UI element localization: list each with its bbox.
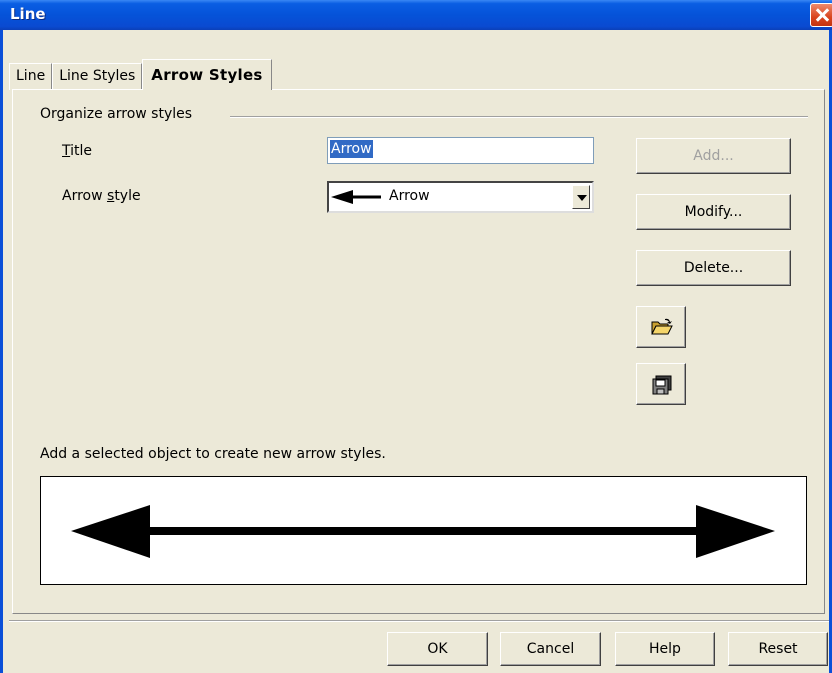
title-input-value: Arrow xyxy=(330,140,373,158)
tab-line[interactable]: Line xyxy=(9,63,53,90)
bottom-divider xyxy=(9,620,829,622)
folder-open-icon xyxy=(651,318,673,335)
add-button[interactable]: Add... xyxy=(636,138,791,174)
reset-button[interactable]: Reset xyxy=(728,632,828,666)
delete-button[interactable]: Delete... xyxy=(636,250,791,286)
delete-button-label: Delete... xyxy=(683,260,744,276)
cancel-button-label: Cancel xyxy=(526,641,575,657)
double-arrow-preview-icon xyxy=(71,505,775,558)
arrow-style-select[interactable]: Arrow xyxy=(327,181,594,213)
tab-bar: Line Line Styles Arrow Styles xyxy=(9,59,272,90)
reset-button-label: Reset xyxy=(758,641,798,657)
dropdown-arrow-icon[interactable] xyxy=(572,185,590,209)
group-divider xyxy=(230,116,808,118)
title-label-rest: itle xyxy=(70,143,93,159)
ok-button[interactable]: OK xyxy=(387,632,488,666)
arrow-style-value: Arrow xyxy=(389,188,430,204)
title-input[interactable]: Arrow xyxy=(327,137,594,164)
save-arrow-styles-button[interactable] xyxy=(636,363,686,405)
ok-button-label: OK xyxy=(427,641,448,657)
help-button-label: Help xyxy=(649,641,681,657)
window-title: Line xyxy=(10,5,46,23)
arrow-preview xyxy=(40,476,807,585)
cancel-button[interactable]: Cancel xyxy=(500,632,601,666)
floppy-save-icon xyxy=(652,375,672,395)
title-bar[interactable]: Line xyxy=(0,0,832,30)
title-label: Title xyxy=(62,143,93,159)
hint-text: Add a selected object to create new arro… xyxy=(40,446,386,462)
add-button-label: Add... xyxy=(693,148,734,164)
arrow-style-label: Arrow style xyxy=(62,188,141,204)
load-arrow-styles-button[interactable] xyxy=(636,306,686,348)
group-title: Organize arrow styles xyxy=(40,106,201,122)
arrow-style-preview-icon xyxy=(331,190,381,204)
help-button[interactable]: Help xyxy=(615,632,715,666)
modify-button[interactable]: Modify... xyxy=(636,194,791,230)
tab-line-styles[interactable]: Line Styles xyxy=(52,63,143,90)
close-button[interactable] xyxy=(810,3,832,27)
tab-arrow-styles[interactable]: Arrow Styles xyxy=(142,59,272,90)
modify-button-label: Modify... xyxy=(684,204,743,220)
